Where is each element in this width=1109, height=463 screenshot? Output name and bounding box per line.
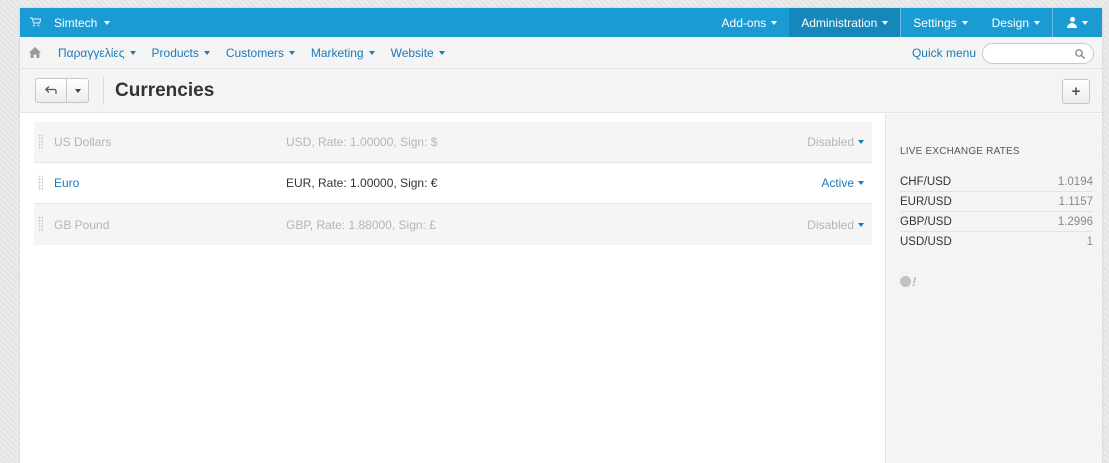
- divider: [103, 76, 104, 105]
- chevron-down-icon: [1082, 20, 1088, 25]
- currency-info: EUR, Rate: 1.00000, Sign: €: [286, 176, 438, 190]
- chevron-down-icon: [104, 20, 111, 25]
- currency-name[interactable]: GB Pound: [54, 218, 109, 232]
- main-nav: Παραγγελίες Products Customers Marketing…: [20, 37, 1102, 69]
- yahoo-logo-icon[interactable]: !: [900, 274, 916, 289]
- currency-name[interactable]: US Dollars: [54, 135, 111, 149]
- menu-settings-label: Settings: [913, 15, 957, 30]
- table-row[interactable]: Euro EUR, Rate: 1.00000, Sign: € Active: [34, 163, 872, 204]
- list-item: USD/USD 1: [900, 232, 1093, 252]
- store-name: Simtech: [54, 15, 98, 30]
- chevron-down-icon: [288, 50, 295, 55]
- chevron-down-icon: [858, 222, 864, 227]
- rate-value: 1.1157: [1058, 195, 1093, 208]
- chevron-down-icon: [882, 20, 889, 25]
- rate-value: 1.0194: [1057, 175, 1093, 188]
- search-icon[interactable]: [1075, 48, 1085, 59]
- cart-icon[interactable]: [22, 16, 48, 30]
- nav-customers[interactable]: Customers: [218, 46, 303, 60]
- nav-orders-label: Παραγγελίες: [58, 45, 125, 60]
- admin-window: Simtech Add-ons Administration Settings …: [20, 8, 1102, 463]
- menu-administration[interactable]: Administration: [789, 8, 901, 37]
- page-toolbar: Currencies +: [20, 69, 1102, 113]
- nav-products[interactable]: Products: [144, 46, 218, 60]
- main-content: US Dollars USD, Rate: 1.00000, Sign: $ D…: [20, 114, 1102, 463]
- back-button-group: [35, 78, 89, 103]
- chevron-down-icon: [74, 88, 81, 93]
- status-dropdown[interactable]: Disabled: [807, 135, 864, 149]
- sidebar: LIVE EXCHANGE RATES CHF/USD 1.0194 EUR/US…: [885, 114, 1102, 463]
- menu-design-label: Design: [991, 15, 1029, 30]
- chevron-down-icon: [129, 50, 136, 55]
- yahoo-dot: [900, 276, 911, 287]
- table-row[interactable]: GB Pound GBP, Rate: 1.88000, Sign: £ Dis…: [34, 204, 872, 245]
- rate-pair: EUR/USD: [900, 195, 952, 208]
- rate-pair: USD/USD: [900, 236, 952, 248]
- yahoo-mark: !: [912, 274, 917, 289]
- nav-products-label: Products: [151, 45, 199, 60]
- list-item: GBP/USD 1.2996: [900, 212, 1093, 232]
- status-dropdown[interactable]: Active: [821, 176, 864, 190]
- drag-handle-icon[interactable]: [38, 134, 43, 150]
- user-icon: [1067, 17, 1077, 28]
- page-title: Currencies: [115, 79, 215, 101]
- chevron-down-icon: [771, 20, 778, 25]
- search-box: [982, 43, 1094, 64]
- table-row[interactable]: US Dollars USD, Rate: 1.00000, Sign: $ D…: [34, 122, 872, 163]
- chevron-down-icon: [858, 181, 864, 185]
- back-arrow-icon: [45, 86, 57, 94]
- menu-design[interactable]: Design: [980, 8, 1052, 37]
- nav-orders[interactable]: Παραγγελίες: [50, 46, 144, 60]
- nav-website-label: Website: [390, 45, 434, 60]
- home-icon[interactable]: [20, 47, 50, 58]
- chevron-down-icon: [961, 20, 968, 25]
- chevron-down-icon: [203, 50, 210, 55]
- top-menu: Add-ons Administration Settings Design: [710, 8, 1102, 37]
- search-input[interactable]: [991, 44, 1076, 63]
- rate-pair: GBP/USD: [900, 215, 952, 228]
- chevron-down-icon: [438, 50, 445, 55]
- rate-value: 1: [1086, 236, 1093, 248]
- currency-name[interactable]: Euro: [54, 176, 79, 190]
- menu-settings[interactable]: Settings: [901, 8, 979, 37]
- status-dropdown[interactable]: Disabled: [807, 218, 864, 232]
- chevron-down-icon: [1034, 20, 1040, 25]
- menu-administration-label: Administration: [801, 15, 878, 30]
- nav-website[interactable]: Website: [383, 46, 453, 60]
- status-label: Disabled: [807, 217, 854, 232]
- currency-info: GBP, Rate: 1.88000, Sign: £: [286, 217, 436, 232]
- currency-info: USD, Rate: 1.00000, Sign: $: [286, 135, 438, 149]
- user-menu[interactable]: [1053, 8, 1102, 37]
- sidebar-title: LIVE EXCHANGE RATES: [900, 146, 1020, 157]
- rate-pair: CHF/USD: [900, 175, 952, 188]
- drag-handle-icon[interactable]: [38, 216, 43, 232]
- status-label: Disabled: [807, 135, 854, 149]
- history-dropdown-button[interactable]: [67, 78, 89, 103]
- nav-customers-label: Customers: [225, 45, 284, 60]
- exchange-rates-list: CHF/USD 1.0194 EUR/USD 1.1157 GBP/USD 1.299…: [900, 172, 1093, 252]
- quick-menu-link[interactable]: Quick menu: [912, 37, 976, 69]
- nav-marketing[interactable]: Marketing: [303, 46, 383, 60]
- list-item: CHF/USD 1.0194: [900, 172, 1093, 192]
- menu-addons[interactable]: Add-ons: [710, 8, 790, 37]
- list-item: EUR/USD 1.1157: [900, 192, 1093, 212]
- top-bar: Simtech Add-ons Administration Settings …: [20, 8, 1102, 37]
- nav-marketing-label: Marketing: [310, 45, 364, 60]
- drag-handle-icon[interactable]: [38, 175, 43, 191]
- chevron-down-icon: [858, 140, 864, 144]
- currency-list: US Dollars USD, Rate: 1.00000, Sign: $ D…: [34, 122, 872, 245]
- chevron-down-icon: [368, 50, 375, 55]
- store-switcher[interactable]: Simtech: [54, 15, 111, 30]
- status-label: Active: [821, 176, 854, 190]
- add-currency-button[interactable]: +: [1062, 79, 1090, 104]
- menu-addons-label: Add-ons: [721, 15, 767, 30]
- rate-value: 1.2996: [1057, 215, 1093, 228]
- back-button[interactable]: [35, 78, 67, 103]
